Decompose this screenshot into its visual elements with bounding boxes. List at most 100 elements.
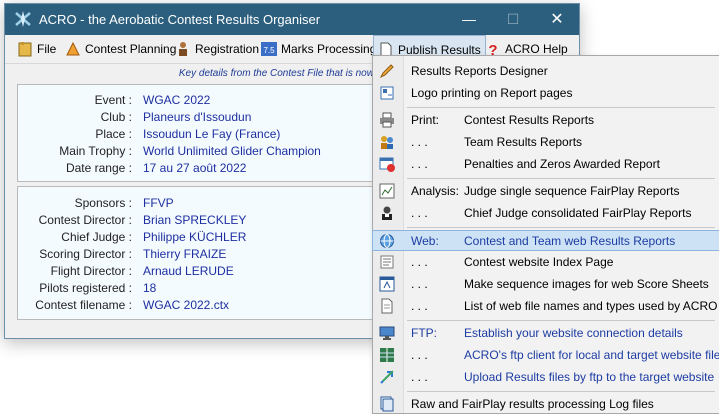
club-value: Planeurs d'Issoudun (143, 110, 252, 124)
chief-judge-label: Chief Judge : (61, 230, 132, 244)
officials-panel: Sponsors : FFVP Contest Director : Brian S… (17, 186, 395, 320)
printer-icon (380, 112, 394, 128)
menu-item-ftp-upload[interactable]: . . . Upload Results files by ftp to the… (373, 367, 719, 387)
menu-item-ftp-connection[interactable]: FTP: Establish your website connection d… (373, 323, 719, 343)
logo-icon (380, 86, 394, 100)
dots-label: . . . (411, 135, 428, 149)
menu-file[interactable]: File (17, 35, 56, 63)
menu-item-index-page-label: Contest website Index Page (464, 255, 614, 269)
separator (407, 320, 715, 321)
log-icon (380, 396, 394, 412)
menu-item-chief-judge-fairplay-label: Chief Judge consolidated FairPlay Report… (464, 206, 692, 220)
planning-icon (66, 41, 80, 56)
menu-item-team-results[interactable]: . . . Team Results Reports (373, 132, 719, 152)
menu-item-penalties-label: Penalties and Zeros Awarded Report (464, 157, 660, 171)
menu-item-designer[interactable]: Results Reports Designer (373, 61, 719, 81)
marks-icon: 7.5 (261, 41, 277, 56)
page-icon (380, 255, 394, 269)
menu-item-chief-judge-fairplay[interactable]: . . . Chief Judge consolidated FairPlay … (373, 203, 719, 223)
maximize-button[interactable]: ☐ (491, 4, 535, 35)
globe-icon (380, 234, 394, 248)
menu-marks-processing-label: Marks Processing (281, 42, 377, 56)
menu-registration-label: Registration (195, 42, 260, 56)
menu-item-ftp-client[interactable]: . . . ACRO's ftp client for local and ta… (373, 345, 719, 365)
app-icon (15, 11, 31, 27)
registration-icon (179, 41, 187, 56)
dots-label: . . . (411, 157, 428, 171)
menu-item-contest-results-label: Contest Results Reports (464, 113, 595, 127)
menu-item-log-files[interactable]: Raw and FairPlay results processing Log … (373, 394, 719, 414)
menu-item-sequence-images-label: Make sequence images for web Score Sheet… (464, 277, 709, 291)
menu-marks-processing[interactable]: 7.5 Marks Processing (261, 35, 376, 63)
director-label: Contest Director : (38, 213, 132, 227)
sequence-icon (379, 276, 395, 292)
flight-label: Flight Director : (50, 264, 132, 278)
separator (407, 107, 715, 108)
menu-acro-help-label: ACRO Help (505, 42, 568, 56)
upload-icon (380, 370, 394, 384)
menu-item-ftp-upload-label: Upload Results files by ftp to the targe… (464, 370, 715, 384)
chief-judge-value: Philippe KÜCHLER (143, 230, 247, 244)
dates-label: Date range : (65, 161, 132, 175)
place-label: Place : (95, 127, 132, 141)
print-label: Print: (411, 113, 440, 127)
marks-icon-text: 7.5 (263, 46, 275, 55)
menu-item-ftp-client-label: ACRO's ftp client for local and target w… (464, 348, 719, 362)
menu-item-ftp-connection-label: Establish your website connection detail… (464, 326, 683, 340)
menu-item-contest-results[interactable]: Print: Contest Results Reports (373, 110, 719, 130)
place-value: Issoudun Le Fay (France) (143, 127, 281, 141)
trophy-value: World Unlimited Glider Champion (143, 144, 321, 158)
trophy-label: Main Trophy : (59, 144, 132, 158)
sponsors-value: FFVP (143, 196, 174, 210)
menu-contest-planning-label: Contest Planning (85, 42, 177, 56)
pilots-label: Pilots registered : (39, 281, 132, 295)
menu-registration[interactable]: Registration (175, 35, 259, 63)
dots-label: . . . (411, 348, 428, 362)
separator (407, 391, 715, 392)
menu-contest-planning[interactable]: Contest Planning (65, 35, 176, 63)
pilots-value: 18 (143, 281, 157, 295)
scoring-value: Thierry FRAIZE (143, 247, 227, 261)
menu-item-team-results-label: Team Results Reports (464, 135, 583, 149)
menu-item-web-reports[interactable]: Web: Contest and Team web Results Report… (372, 230, 719, 251)
separator (407, 178, 715, 179)
file-icon (18, 41, 32, 57)
dots-label: . . . (411, 299, 428, 313)
window-title: ACRO - the Aerobatic Contest Results Org… (39, 12, 321, 27)
pencil-icon (379, 64, 394, 79)
menu-item-file-list[interactable]: . . . List of web file names and types u… (373, 296, 719, 316)
chart-icon (379, 183, 395, 199)
menu-item-index-page[interactable]: . . . Contest website Index Page (373, 252, 719, 272)
close-button[interactable]: ✕ (535, 4, 579, 35)
menu-item-penalties[interactable]: . . . Penalties and Zeros Awarded Report (373, 154, 719, 174)
filename-label: Contest filename : (35, 298, 132, 312)
penalty-icon (379, 157, 395, 172)
judge-icon (382, 206, 392, 220)
dots-label: . . . (411, 206, 428, 220)
menu-item-designer-label: Results Reports Designer (411, 64, 548, 78)
menu-item-sequence-images[interactable]: . . . Make sequence images for web Score… (373, 274, 719, 294)
publish-results-menu: Results Reports Designer Logo printing o… (372, 55, 719, 414)
separator (407, 227, 715, 228)
menu-item-file-list-label: List of web file names and types used by… (464, 299, 718, 313)
filename-value: WGAC 2022.ctx (143, 298, 230, 312)
flight-value: Arnaud LERUDE (143, 264, 234, 278)
team-icon (381, 136, 393, 149)
sponsors-label: Sponsors : (74, 196, 132, 210)
dates-value: 17 au 27 août 2022 (143, 161, 247, 175)
analysis-label: Analysis: (411, 184, 460, 198)
files-icon (380, 348, 394, 362)
menu-item-log-files-label: Raw and FairPlay results processing Log … (411, 397, 654, 411)
menu-item-logo-label: Logo printing on Report pages (411, 86, 573, 100)
menu-item-judge-fairplay[interactable]: Analysis: Judge single sequence FairPlay… (373, 181, 719, 201)
scoring-label: Scoring Director : (39, 247, 132, 261)
ftp-label: FTP: (411, 326, 437, 340)
event-label: Event : (94, 93, 132, 107)
minimize-button[interactable]: — (447, 4, 491, 35)
web-label: Web: (411, 234, 439, 248)
title-bar[interactable]: ACRO - the Aerobatic Contest Results Org… (5, 4, 579, 35)
contest-details-panel: Event : WGAC 2022 Club : Planeurs d'Issoud… (17, 84, 395, 182)
director-value: Brian SPRECKLEY (143, 213, 247, 227)
menu-item-logo[interactable]: Logo printing on Report pages (373, 83, 719, 103)
menu-item-web-reports-label: Contest and Team web Results Reports (464, 234, 676, 248)
